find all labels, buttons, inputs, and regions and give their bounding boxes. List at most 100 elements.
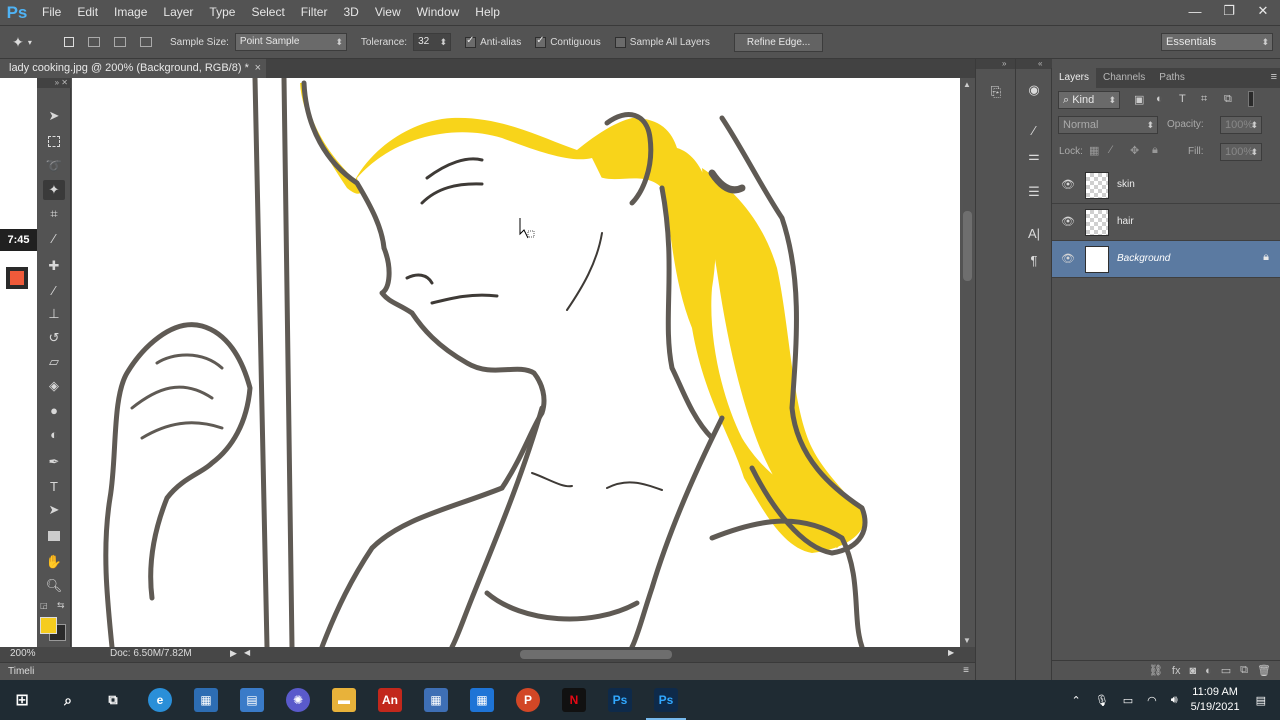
lock-all-icon[interactable]: 🔒︎ xyxy=(1152,144,1158,157)
tab-channels[interactable]: Channels xyxy=(1096,68,1152,88)
lock-pixels-icon[interactable]: ⁄ xyxy=(1110,144,1112,156)
refine-edge-button[interactable]: Refine Edge... xyxy=(733,32,824,52)
tools-panel-header[interactable]: » ✕ xyxy=(37,78,71,88)
lasso-tool-icon[interactable]: ➰ xyxy=(43,156,65,176)
minimize-button[interactable]: — xyxy=(1178,0,1212,22)
filter-adjustment-icon[interactable]: ◐ xyxy=(1156,93,1163,105)
menu-window[interactable]: Window xyxy=(409,0,468,25)
document-tab[interactable]: lady cooking.jpg @ 200% (Background, RGB… xyxy=(0,59,266,78)
contiguous-checkbox[interactable] xyxy=(535,35,547,48)
menu-view[interactable]: View xyxy=(367,0,409,25)
scroll-up-icon[interactable]: ▲ xyxy=(963,80,971,89)
crop-tool-icon[interactable]: ⌗ xyxy=(43,204,65,224)
acrobat-icon[interactable]: An xyxy=(378,688,402,712)
workspace-dropdown[interactable]: Essentials xyxy=(1161,33,1273,51)
filter-pixel-icon[interactable]: ▣ xyxy=(1134,93,1144,106)
foreground-color-swatch[interactable] xyxy=(40,617,57,634)
status-menu-arrow-icon[interactable]: ▶ xyxy=(230,648,237,659)
intersect-selection-icon[interactable] xyxy=(140,37,152,47)
layer-row-hair[interactable]: 👁︎ hair xyxy=(1052,204,1280,241)
opacity-input[interactable]: 100% xyxy=(1220,116,1262,134)
layer-row-background[interactable]: 👁︎ Background 🔒︎ xyxy=(1052,241,1280,278)
photoshop-active-taskbar-icon[interactable]: Ps xyxy=(646,688,686,720)
menu-3d[interactable]: 3D xyxy=(335,0,366,25)
visibility-eye-icon[interactable]: 👁︎ xyxy=(1061,252,1075,265)
history-brush-tool-icon[interactable]: ↺ xyxy=(43,328,65,348)
tab-paths[interactable]: Paths xyxy=(1152,68,1192,88)
sample-all-layers-checkbox[interactable] xyxy=(614,36,626,48)
volume-icon[interactable]: 🔊︎ xyxy=(1171,694,1178,707)
menu-type[interactable]: Type xyxy=(201,0,243,25)
visibility-eye-icon[interactable]: 👁︎ xyxy=(1061,215,1075,228)
battery-icon[interactable]: ▭ xyxy=(1123,694,1133,707)
taskbar-clock[interactable]: 11:09 AM 5/19/2021 xyxy=(1191,685,1240,715)
tolerance-input[interactable]: 32 xyxy=(413,33,452,51)
menu-filter[interactable]: Filter xyxy=(293,0,336,25)
marquee-tool-icon[interactable] xyxy=(43,131,65,151)
menu-help[interactable]: Help xyxy=(467,0,508,25)
blur-tool-icon[interactable]: ● xyxy=(43,400,65,420)
layer-filter-dropdown[interactable]: ⌕ Kind xyxy=(1058,91,1120,109)
notifications-icon[interactable]: ▤ xyxy=(1256,694,1266,707)
vertical-scroll-thumb[interactable] xyxy=(963,211,972,281)
filter-type-icon[interactable]: T xyxy=(1179,93,1186,105)
menu-select[interactable]: Select xyxy=(243,0,292,25)
brush-tool-icon[interactable]: ⁄ xyxy=(43,280,65,300)
new-layer-icon[interactable]: ⧉ xyxy=(1240,664,1248,677)
pen-tool-icon[interactable]: ✒ xyxy=(43,452,65,472)
menu-layer[interactable]: Layer xyxy=(155,0,201,25)
layer-style-icon[interactable]: fx xyxy=(1172,665,1181,677)
filter-smart-object-icon[interactable]: ⧉ xyxy=(1224,93,1232,106)
tab-layers[interactable]: Layers xyxy=(1052,68,1097,88)
windows-start-icon[interactable]: ⊞ xyxy=(10,688,34,712)
calculator-icon[interactable]: ▦ xyxy=(424,688,448,712)
add-mask-icon[interactable]: ◙ xyxy=(1189,665,1196,677)
hand-tool-icon[interactable]: ✋ xyxy=(43,552,65,572)
zoom-level[interactable]: 200% xyxy=(10,648,36,659)
close-tab-icon[interactable]: × xyxy=(255,59,261,78)
fill-input[interactable]: 100% xyxy=(1220,143,1262,161)
filter-shape-icon[interactable]: ⌗ xyxy=(1201,93,1207,106)
microphone-icon[interactable]: 🎙︎ xyxy=(1095,694,1109,707)
explorer-alt-icon[interactable]: ▤ xyxy=(240,688,264,712)
dock-1-collapse-icon[interactable]: » xyxy=(976,59,1016,69)
new-group-icon[interactable]: ▭ xyxy=(1221,664,1231,677)
type-tool-icon[interactable]: T xyxy=(43,476,65,496)
default-colors-icon[interactable]: ◲ xyxy=(40,601,48,610)
visibility-eye-icon[interactable]: 👁︎ xyxy=(1061,178,1075,191)
anti-alias-checkbox[interactable] xyxy=(465,35,477,48)
move-tool-icon[interactable]: ➤ xyxy=(43,106,65,126)
delete-layer-icon[interactable]: 🗑︎ xyxy=(1257,664,1271,677)
swap-colors-icon[interactable]: ⇆ xyxy=(57,600,65,611)
healing-brush-tool-icon[interactable]: ✚ xyxy=(43,256,65,276)
layers-panel-menu-icon[interactable]: ≡ xyxy=(1271,71,1277,83)
paint-bucket-tool-icon[interactable]: ◈ xyxy=(43,376,65,396)
eraser-tool-icon[interactable]: ▱ xyxy=(43,352,65,372)
new-adjustment-icon[interactable]: ◐ xyxy=(1205,665,1212,677)
store-icon[interactable]: ▦ xyxy=(194,688,218,712)
zoom-tool-icon[interactable]: 🔍︎ xyxy=(43,576,65,596)
document-canvas[interactable] xyxy=(72,78,960,647)
horizontal-scroll-thumb[interactable] xyxy=(520,650,672,659)
new-selection-icon[interactable] xyxy=(64,37,74,47)
menu-image[interactable]: Image xyxy=(106,0,155,25)
blend-mode-dropdown[interactable]: Normal xyxy=(1058,116,1158,134)
menu-file[interactable]: File xyxy=(34,0,69,25)
magic-wand-preset-icon[interactable]: ✦ ▾ xyxy=(0,34,44,51)
subtract-selection-icon[interactable] xyxy=(114,37,126,47)
scroll-down-icon[interactable]: ▼ xyxy=(963,636,971,645)
gear-app-icon[interactable]: ✺ xyxy=(286,688,310,712)
search-icon[interactable]: ⌕ xyxy=(56,688,80,712)
timeline-panel-tab[interactable]: Timeli ≡ xyxy=(0,662,975,680)
add-selection-icon[interactable] xyxy=(88,37,100,47)
lock-position-icon[interactable]: ✥ xyxy=(1130,144,1139,157)
dock-2-collapse-icon[interactable]: « xyxy=(1016,59,1052,69)
properties-panel-icon[interactable]: ☰ xyxy=(1022,181,1046,203)
photoshop-taskbar-icon[interactable]: Ps xyxy=(608,688,632,712)
link-layers-icon[interactable]: ⛓ xyxy=(1149,664,1163,677)
brush-panel-icon[interactable]: ⁄ xyxy=(1022,119,1046,141)
layer-row-skin[interactable]: 👁︎ skin xyxy=(1052,167,1280,204)
filter-toggle-icon[interactable] xyxy=(1248,91,1254,107)
file-explorer-icon[interactable]: ▬ xyxy=(332,688,356,712)
doc-size-info[interactable]: Doc: 6.50M/7.82M xyxy=(110,648,192,659)
